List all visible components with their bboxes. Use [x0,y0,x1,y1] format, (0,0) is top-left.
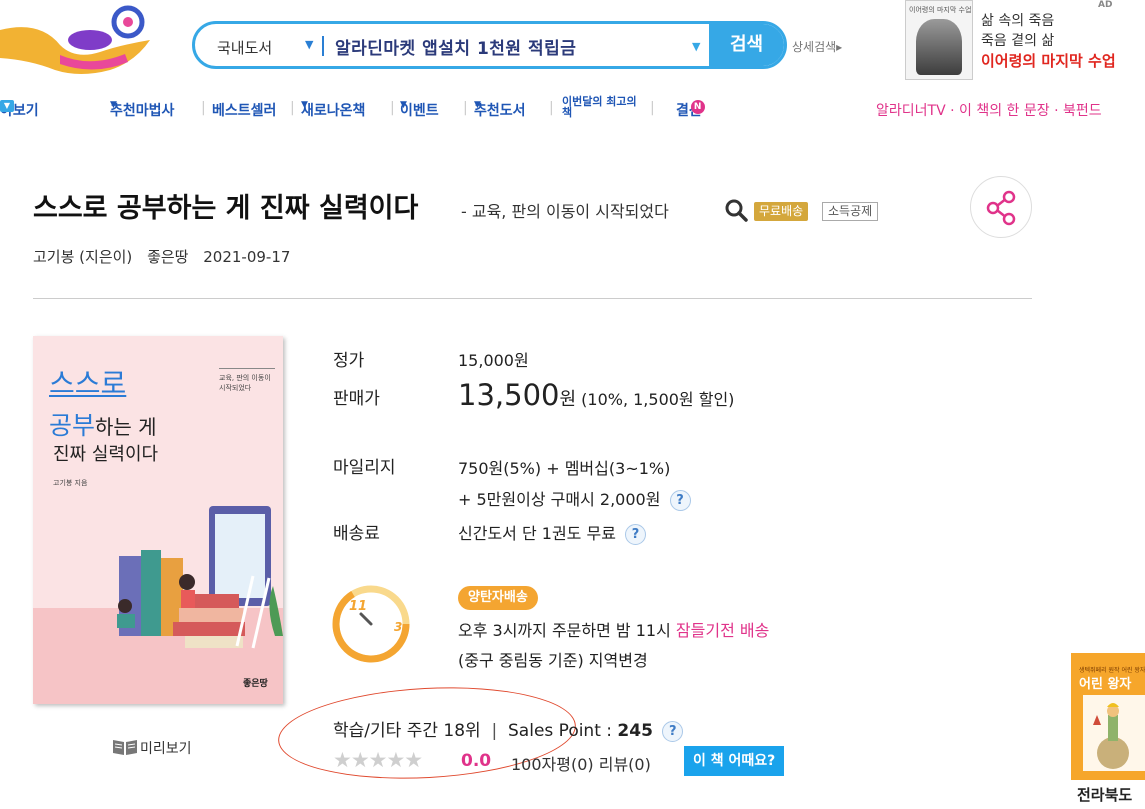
author-link[interactable]: 고기봉 (지은이) [33,248,132,266]
help-icon[interactable]: ? [625,524,647,545]
tax-deduction-badge: 소득공제 [822,202,879,221]
side-banner-image [1083,695,1145,771]
chevron-down-icon[interactable]: ▼ [305,38,313,51]
sale-discount-note: (10%, 1,500원 할인) [581,390,735,409]
search-input[interactable]: 알라딘마켓 앱설치 1천원 적립금 [335,34,576,59]
sale-price-label: 판매가 [333,389,380,409]
list-price-value: 15,000원 [458,351,529,370]
shipping-label: 배송료 [333,524,380,544]
nav-right-links[interactable]: 알라디너TV · 이 책의 한 문장 · 북펀드 [876,100,1102,120]
advanced-search-link[interactable]: 상세검색▸ [792,38,842,55]
ad-portrait [916,19,962,75]
search-button[interactable]: 검색 [709,24,784,66]
mileage-line2: + 5만원이상 구매시 2,000원 ? [458,486,691,511]
nav-item-best-of-month[interactable]: 이번달의 최고의 책 [562,96,638,118]
chevron-down-icon: ▼ [0,100,14,112]
book-subtitle: - 교육, 판의 이동이 시작되었다 [461,202,669,221]
publisher-link[interactable]: 좋은땅 [147,248,188,266]
search-category-select[interactable]: 국내도서 [217,37,272,58]
sale-price: 13,500원 (10%, 1,500원 할인) [458,378,735,412]
new-badge: N [690,100,705,114]
shipping-value: 신간도서 단 1권도 무료 ? [458,520,647,545]
weekly-rank-link[interactable]: 학습/기타 주간 18위 [333,721,481,741]
preview-button[interactable]: 미리보기 [112,738,192,758]
ad-book-thumbnail[interactable]: 이어령의 마지막 수업 [905,0,973,80]
clock-label-11: 11 [349,599,367,614]
cover-title-line1: 스스로 [49,367,127,400]
clock-label-3: 3 [394,620,402,634]
book-open-icon [113,740,137,755]
how-about-this-book-button[interactable]: 이 책 어때요? [684,746,785,776]
list-price-label: 정가 [333,351,365,371]
sale-price-value: 13,500 [458,378,560,412]
mileage-line1: 750원(5%) + 멤버십(3~1%) [458,459,671,478]
book-meta: 고기봉 (지은이) 좋은땅 2021-09-17 [33,246,300,267]
sales-point-value: 245 [617,721,653,741]
ad-thumb-text: 이어령의 마지막 수업 [909,6,972,14]
delivery-line1: 오후 3시까지 주문하면 밤 11시 잠들기전 배송 [458,621,770,640]
mileage-label: 마일리지 [333,458,396,478]
cover-title-line2: 공부하는 게 [49,411,157,440]
ad-line3[interactable]: 이어령의 마지막 수업 [981,50,1116,71]
help-icon[interactable]: ? [662,721,684,742]
sales-rank: 학습/기타 주간 18위 | Sales Point : 245 ? [333,716,684,742]
cover-subtitle: 교육, 판의 이동이 시작되었다 [219,368,275,393]
search-icon[interactable] [724,198,748,222]
rating-stars: ★★★★★ [333,748,423,772]
aladin-logo[interactable] [0,0,160,80]
magic-carpet-delivery-badge: 양탄자배송 [458,586,538,610]
ad-line2[interactable]: 죽음 곁의 삶 [981,30,1054,50]
before-sleep-delivery-link[interactable]: 잠들기전 배송 [676,621,769,640]
side-banner[interactable]: 생텍쥐페리 원작 어린 왕자 어린 왕자 [1071,653,1145,780]
delivery-line2[interactable]: (중구 중림동 기준) 지역변경 [458,647,648,671]
rating-score: 0.0 [461,751,492,771]
search-box: 국내도서 ▼ 알라딘마켓 앱설치 1천원 적립금 ▼ 검색 [192,21,787,69]
cover-publisher: 좋은땅 [243,679,268,689]
book-cover[interactable]: 스스로 공부하는 게 진짜 실력이다 고기봉 지음 교육, 판의 이동이 시작되… [33,336,283,704]
free-shipping-badge: 무료배송 [754,202,809,221]
main-nav: 야보기 ▼ 추천마법사 ▼ | 베스트셀러 | 새로나온책 ▼ | 이벤트 ▼ … [0,95,1102,120]
nav-item-bestseller[interactable]: 베스트셀러 [212,100,276,120]
side-banner-title: 어린 왕자 [1079,677,1132,692]
clock-icon: 11 3 [332,585,410,663]
help-icon[interactable]: ? [669,490,691,511]
share-button[interactable] [970,176,1032,238]
ad-badge: AD [1098,0,1113,10]
cover-title-line3: 진짜 실력이다 [53,444,159,465]
share-icon [986,190,1016,226]
divider [33,298,1032,299]
reviews-link[interactable]: 100자평(0) 리뷰(0) [511,751,651,775]
dropdown-arrow-icon[interactable]: ▼ [692,40,700,53]
side-banner-caption[interactable]: 전라북도 [1077,784,1132,805]
search-divider [322,36,324,56]
nav-item-checkout[interactable]: 결산 N [676,100,705,119]
ad-line1[interactable]: 삶 속의 죽음 [981,10,1054,30]
publish-date: 2021-09-17 [203,248,291,266]
cover-illustration [33,506,283,704]
book-title: 스스로 공부하는 게 진짜 실력이다 [33,193,419,224]
